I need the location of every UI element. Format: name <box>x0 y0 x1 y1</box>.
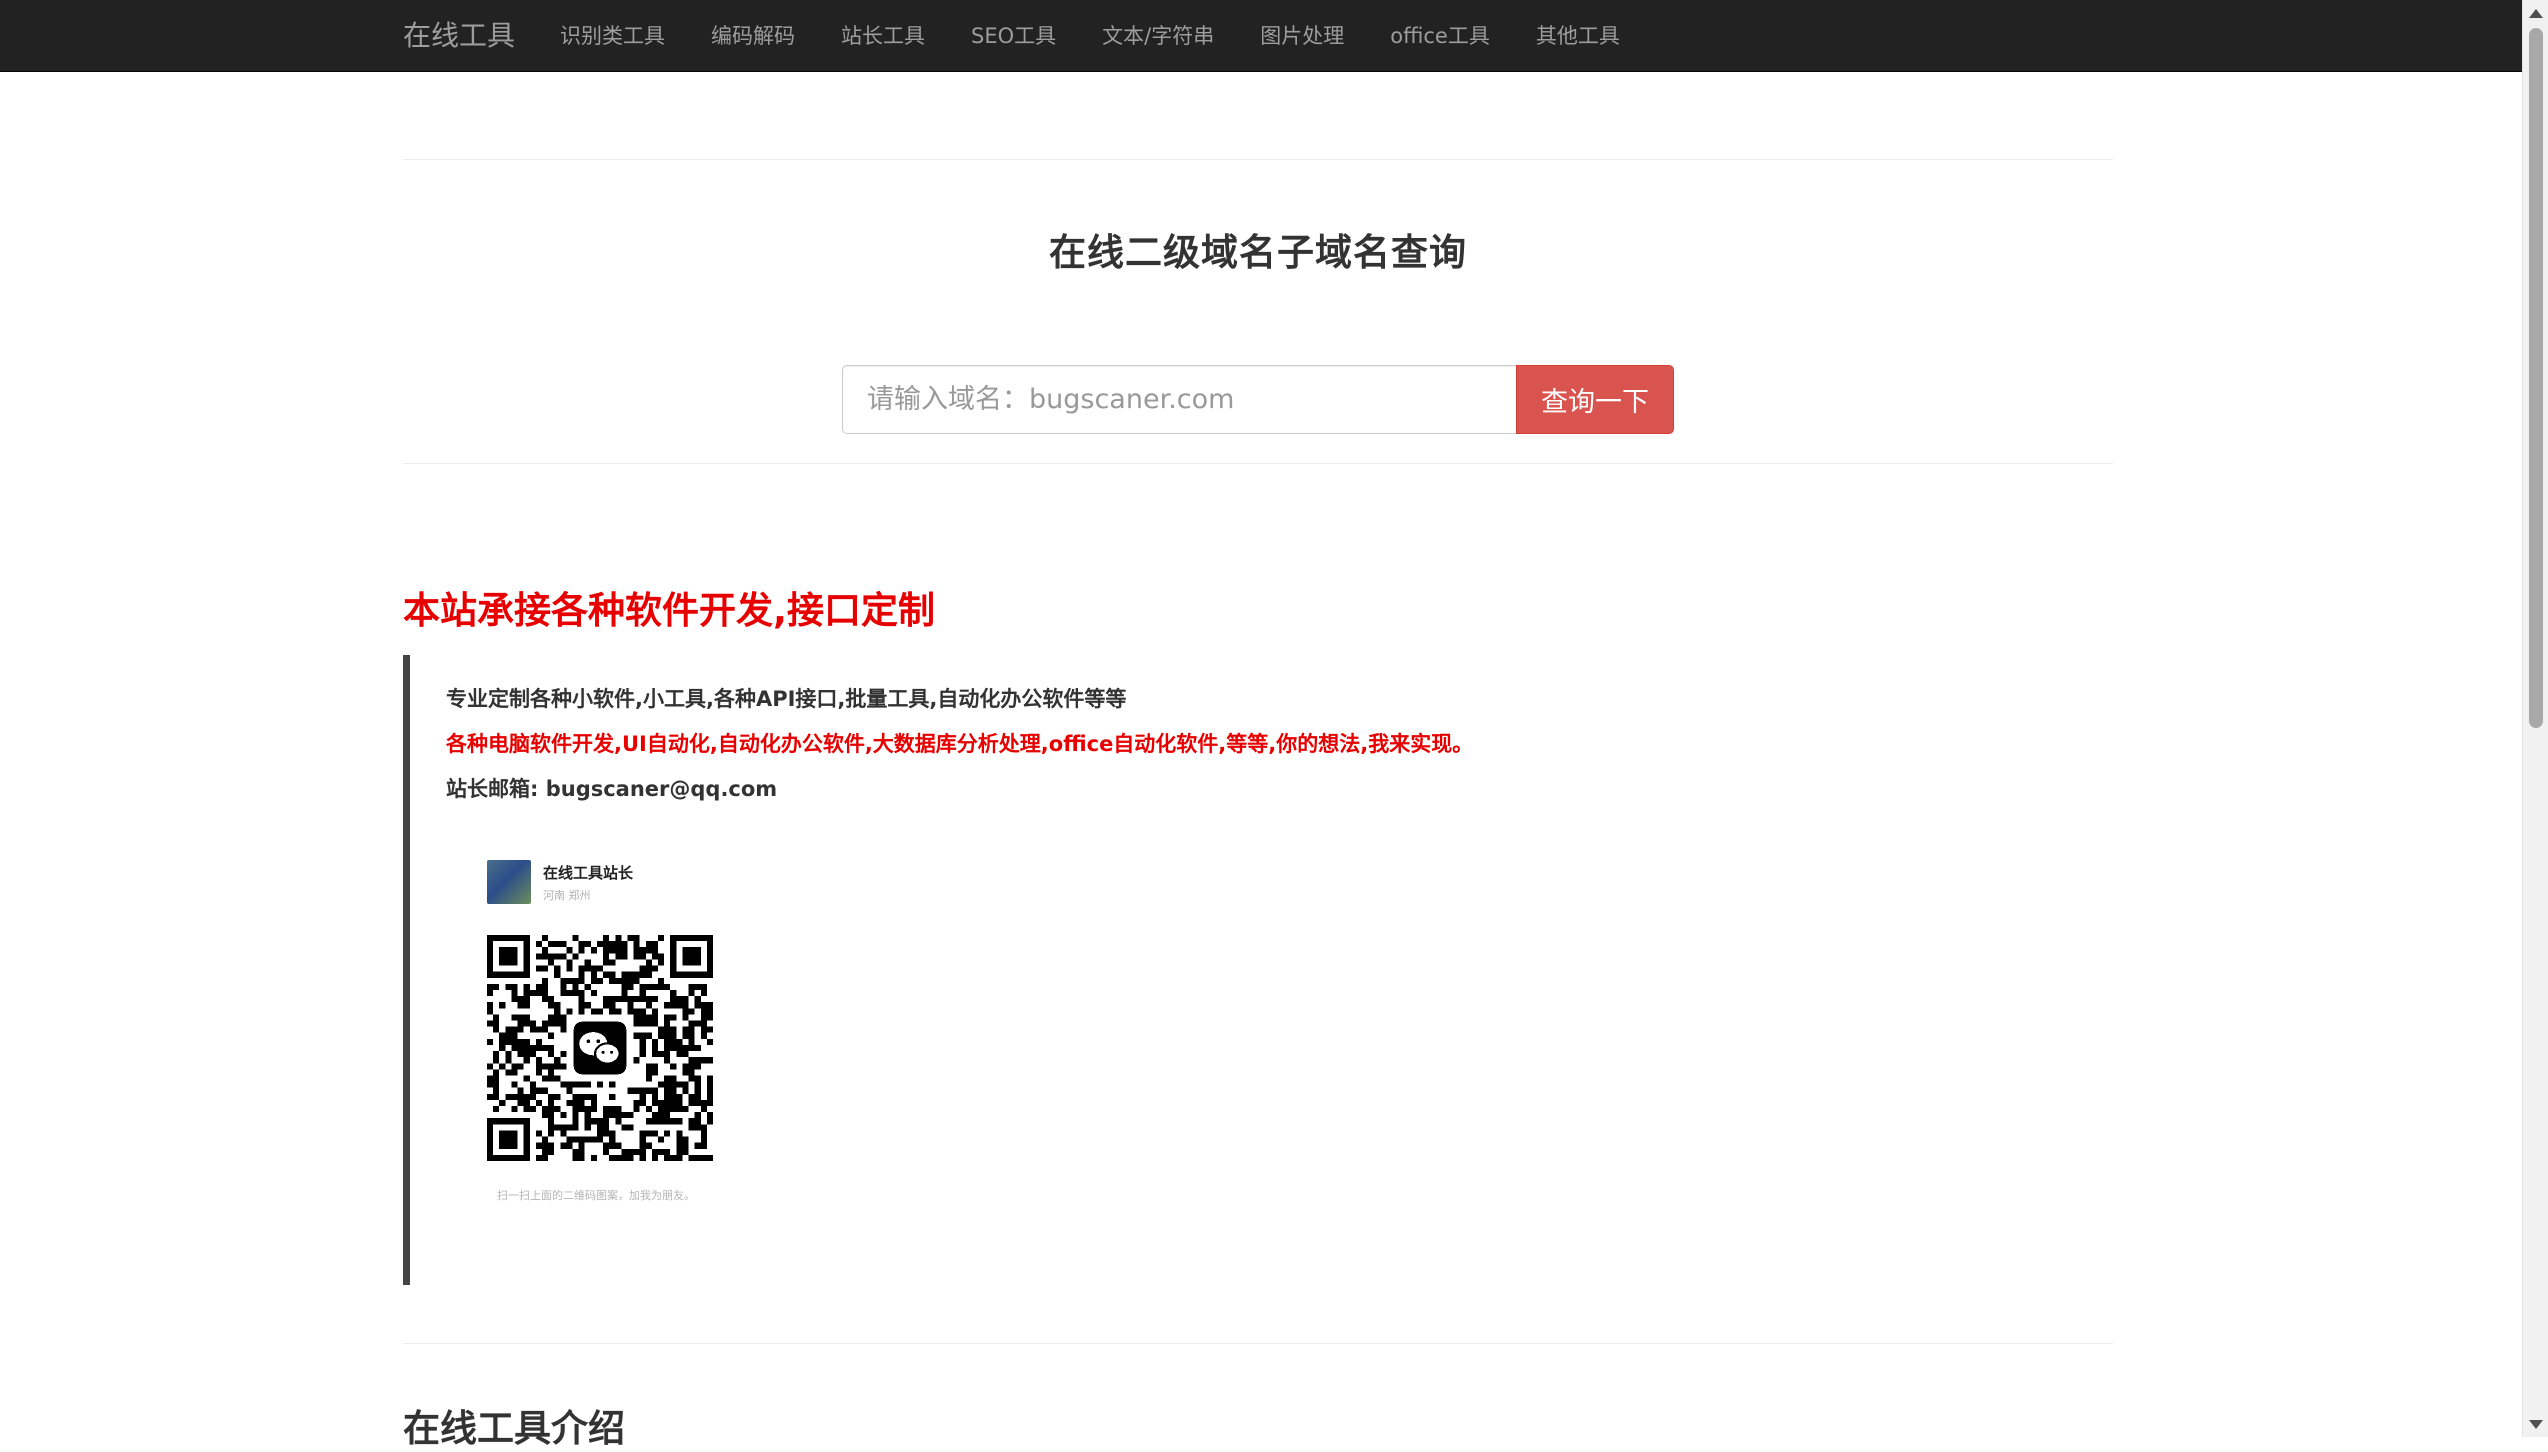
nav-item-recognition-tools[interactable]: 识别类工具 <box>537 0 688 72</box>
page-title: 在线二级域名子域名查询 <box>1049 231 1467 274</box>
scroll-down-arrow-icon[interactable] <box>2523 1411 2548 1437</box>
brand-link[interactable]: 在线工具 <box>403 0 515 72</box>
wechat-qr-code <box>487 935 713 1161</box>
navbar-inner: 在线工具 识别类工具 编码解码 站长工具 SEO工具 文本/字符串 图片处理 o… <box>403 0 1643 72</box>
nav-item-webmaster-tools[interactable]: 站长工具 <box>818 0 948 72</box>
domain-search-input[interactable] <box>842 365 1516 434</box>
divider <box>403 1343 2113 1344</box>
promo-heading: 本站承接各种软件开发,接口定制 <box>403 589 936 632</box>
nav-item-seo-tools[interactable]: SEO工具 <box>948 0 1079 72</box>
scrollbar-thumb[interactable] <box>2529 28 2543 728</box>
nav-item-office-tools[interactable]: office工具 <box>1367 0 1513 72</box>
promo-blockquote: 专业定制各种小软件,小工具,各种API接口,批量工具,自动化办公软件等等 各种电… <box>403 655 2113 1285</box>
scroll-up-arrow-icon[interactable] <box>2523 0 2548 26</box>
webmaster-email: 站长邮箱: bugscaner@qq.com <box>446 777 778 801</box>
nav-item-other-tools[interactable]: 其他工具 <box>1513 0 1643 72</box>
avatar <box>487 860 531 904</box>
wechat-icon <box>569 1017 631 1079</box>
qr-caption: 扫一扫上面的二维码图案，加我为朋友。 <box>497 1189 695 1202</box>
divider <box>403 463 2113 464</box>
qr-contact-name: 在线工具站长 <box>543 864 634 882</box>
query-button[interactable]: 查询一下 <box>1516 365 1674 434</box>
top-navbar: 在线工具 识别类工具 编码解码 站长工具 SEO工具 文本/字符串 图片处理 o… <box>0 0 2522 72</box>
promo-line-custom-software: 专业定制各种小软件,小工具,各种API接口,批量工具,自动化办公软件等等 <box>446 687 1127 711</box>
vertical-scrollbar[interactable] <box>2522 0 2548 1437</box>
intro-section-title: 在线工具介绍 <box>403 1407 625 1450</box>
wechat-qr-card: 在线工具站长 河南 郑州 扫一扫上面的二维码图案，加我为朋友。 <box>446 830 746 1230</box>
divider <box>403 159 2113 160</box>
qr-contact-region: 河南 郑州 <box>543 889 591 902</box>
nav-item-image-processing[interactable]: 图片处理 <box>1237 0 1367 72</box>
nav-item-text-string[interactable]: 文本/字符串 <box>1079 0 1237 72</box>
nav-item-encode-decode[interactable]: 编码解码 <box>688 0 818 72</box>
search-group: 查询一下 <box>842 365 1674 434</box>
promo-line-development: 各种电脑软件开发,UI自动化,自动化办公软件,大数据库分析处理,office自动… <box>446 732 1474 756</box>
